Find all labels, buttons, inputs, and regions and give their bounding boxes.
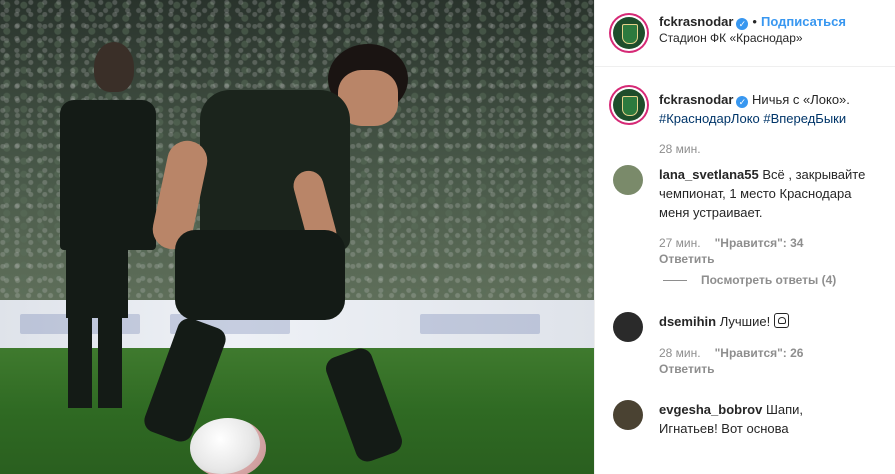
comment-username[interactable]: lana_svetlana55 xyxy=(659,167,759,182)
account-avatar[interactable] xyxy=(613,17,645,49)
comment-meta: 28 мин. "Нравится": 26 xyxy=(659,346,803,360)
separator-dot: • xyxy=(752,14,757,29)
comment-body: Лучшие! xyxy=(719,314,771,329)
comment-text: evgesha_bobrov Шапи, Игнатьев! Вот основ… xyxy=(659,400,836,438)
scream-face-icon xyxy=(773,313,789,328)
commenter-avatar[interactable] xyxy=(613,400,643,430)
comment-username[interactable]: evgesha_bobrov xyxy=(659,402,762,417)
caption-avatar[interactable] xyxy=(613,89,645,121)
comments-panel: fckrasnodar ✓ • Подписаться Стадион ФК «Кра… xyxy=(594,0,895,474)
header-line: fckrasnodar ✓ • Подписаться xyxy=(659,14,846,30)
comment-username[interactable]: dsemihin xyxy=(659,314,716,329)
location-link[interactable]: Стадион ФК «Краснодар» xyxy=(659,31,803,45)
header-username[interactable]: fckrasnodar xyxy=(659,14,733,29)
football xyxy=(190,418,266,474)
reply-button[interactable]: Ответить xyxy=(659,362,714,376)
view-replies-label: Посмотреть ответы (4) xyxy=(701,273,837,287)
verified-badge-icon: ✓ xyxy=(736,96,749,108)
view-replies-button[interactable]: Посмотреть ответы (4) xyxy=(663,273,836,287)
caption-time[interactable]: 28 мин. xyxy=(659,142,701,156)
caption-username[interactable]: fckrasnodar xyxy=(659,92,733,107)
comment-likes[interactable]: "Нравится": 26 xyxy=(715,346,804,360)
verified-badge-icon: ✓ xyxy=(736,18,749,30)
fc-krasnodar-crest-icon xyxy=(622,24,638,44)
caption-body: Ничья с «Локо». xyxy=(752,92,850,107)
post-photo[interactable] xyxy=(0,0,594,474)
comment-meta: 27 мин. "Нравится": 34 xyxy=(659,236,803,250)
caption-hashtags[interactable]: #КраснодарЛоко #ВпередБыки xyxy=(659,111,846,126)
caption-text: fckrasnodar ✓ Ничья с «Локо». #КраснодарЛ… xyxy=(659,90,882,128)
post-header: fckrasnodar ✓ • Подписаться Стадион ФК «Кра… xyxy=(595,0,895,67)
comment-time[interactable]: 27 мин. xyxy=(659,236,701,250)
comment-text: lana_svetlana55 Всё , закрывайте чемпион… xyxy=(659,165,882,222)
fc-krasnodar-crest-icon xyxy=(622,96,638,116)
commenter-avatar[interactable] xyxy=(613,165,643,195)
reply-button[interactable]: Ответить xyxy=(659,252,714,266)
commenter-avatar[interactable] xyxy=(613,312,643,342)
comment-text: dsemihin Лучшие! xyxy=(659,312,882,331)
comment-likes[interactable]: "Нравится": 34 xyxy=(715,236,804,250)
follow-button[interactable]: Подписаться xyxy=(761,14,846,29)
comment-time[interactable]: 28 мин. xyxy=(659,346,701,360)
replies-line xyxy=(663,280,687,282)
